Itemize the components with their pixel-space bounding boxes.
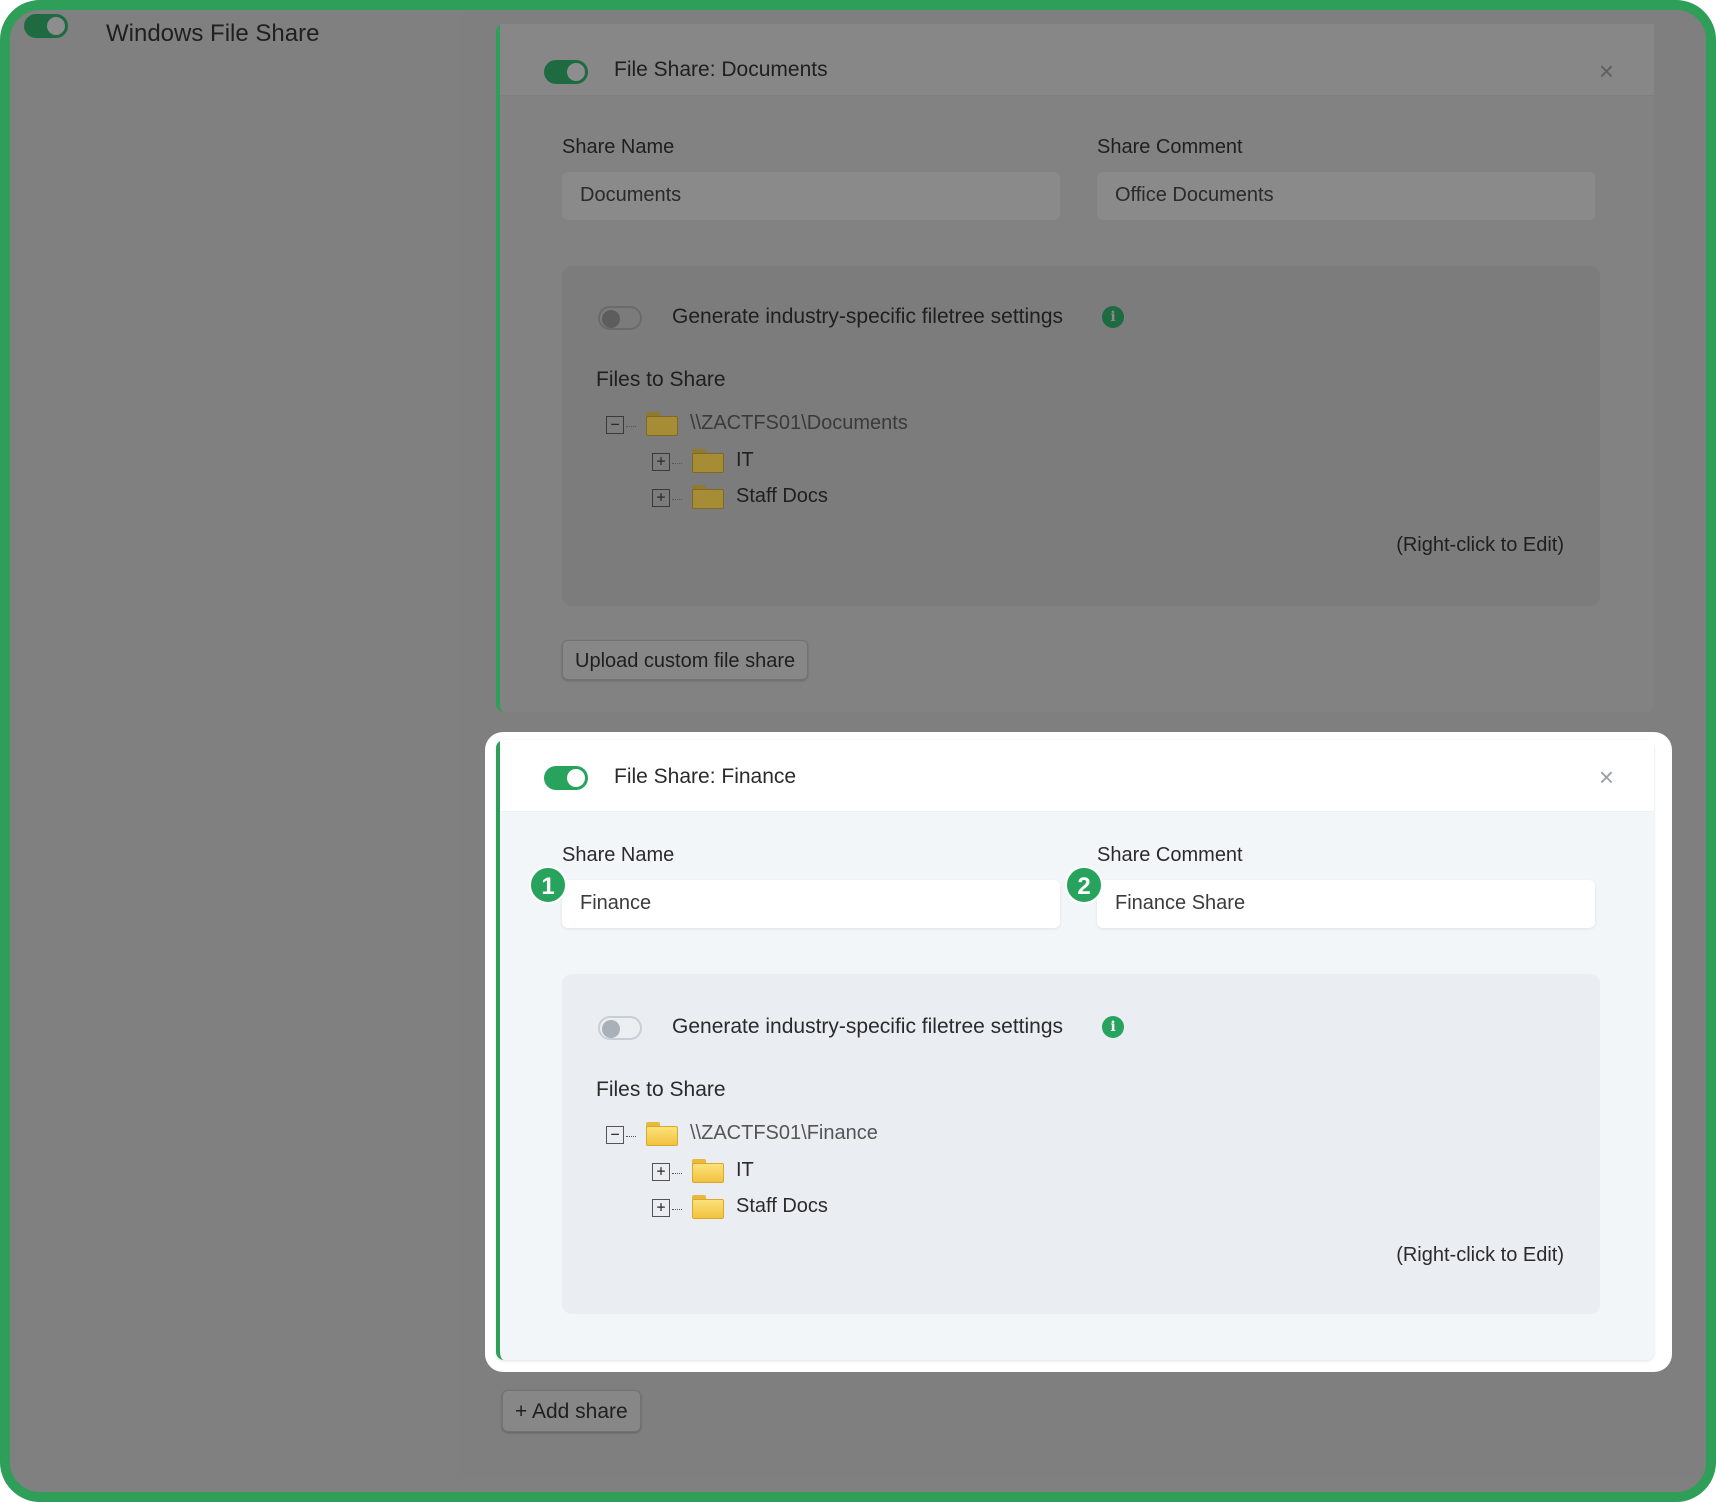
- tree-connector: [672, 463, 682, 464]
- share-comment-label: Share Comment: [1097, 844, 1243, 866]
- folder-icon: [692, 449, 724, 473]
- tree-connector: [626, 426, 636, 427]
- generate-filetree-toggle[interactable]: [598, 306, 642, 330]
- tree-item-staff-docs[interactable]: + Staff Docs: [652, 485, 952, 515]
- share-comment-input[interactable]: Office Documents: [1097, 172, 1595, 220]
- folder-icon: [692, 1195, 724, 1219]
- step-badge-1: 1: [529, 866, 567, 904]
- add-share-button[interactable]: + Add share: [502, 1390, 641, 1432]
- right-click-hint: (Right-click to Edit): [1396, 534, 1564, 556]
- toggle-knob: [567, 63, 585, 81]
- card-title: File Share: Documents: [614, 58, 828, 81]
- upload-custom-share-button[interactable]: Upload custom file share: [562, 640, 809, 680]
- card-header: File Share: Finance ×: [500, 740, 1654, 812]
- expand-icon[interactable]: +: [652, 1163, 670, 1181]
- share-comment-input[interactable]: Finance Share: [1097, 880, 1595, 928]
- folder-icon: [646, 412, 678, 436]
- files-to-share-label: Files to Share: [596, 368, 726, 391]
- generate-filetree-label: Generate industry-specific filetree sett…: [672, 305, 1064, 328]
- section-title: Windows File Share: [106, 20, 320, 47]
- step-badge-2: 2: [1065, 866, 1103, 904]
- tree-item-it[interactable]: + IT: [652, 1159, 952, 1189]
- expand-icon[interactable]: +: [652, 453, 670, 471]
- share-card-documents: File Share: Documents × Share Name Docum…: [496, 24, 1654, 712]
- filetree-settings-box: Generate industry-specific filetree sett…: [562, 266, 1600, 606]
- folder-icon: [692, 485, 724, 509]
- collapse-icon[interactable]: −: [606, 416, 624, 434]
- expand-icon[interactable]: +: [652, 489, 670, 507]
- toggle-knob: [47, 17, 65, 35]
- tree-root-row[interactable]: − \\ZACTFS01\Documents: [606, 412, 1006, 442]
- folder-icon: [692, 1159, 724, 1183]
- tree-item-label: Staff Docs: [736, 485, 828, 507]
- tree-root-path: \\ZACTFS01\Documents: [690, 412, 908, 434]
- generate-filetree-toggle[interactable]: [598, 1016, 642, 1040]
- toggle-knob: [567, 769, 585, 787]
- share-comment-label: Share Comment: [1097, 136, 1243, 158]
- share-name-input[interactable]: Documents: [562, 172, 1060, 220]
- expand-icon[interactable]: +: [652, 1199, 670, 1217]
- card-header: File Share: Documents ×: [500, 24, 1654, 96]
- app-frame: Windows File Share File Share: Documents…: [0, 0, 1716, 1502]
- tree-connector: [626, 1136, 636, 1137]
- share-name-label: Share Name: [562, 844, 675, 866]
- tree-root-row[interactable]: − \\ZACTFS01\Finance: [606, 1122, 1006, 1152]
- card-title: File Share: Finance: [614, 765, 797, 788]
- tree-item-label: Staff Docs: [736, 1195, 828, 1217]
- share-enabled-toggle[interactable]: [544, 766, 588, 790]
- right-click-hint: (Right-click to Edit): [1396, 1244, 1564, 1266]
- tree-root-path: \\ZACTFS01\Finance: [690, 1122, 878, 1144]
- tree-connector: [672, 499, 682, 500]
- share-card-finance: File Share: Finance × Share Name Finance…: [496, 740, 1654, 1360]
- tree-connector: [672, 1173, 682, 1174]
- info-icon[interactable]: i: [1102, 1016, 1124, 1038]
- toggle-knob: [602, 1020, 620, 1038]
- filetree-settings-box: Generate industry-specific filetree sett…: [562, 974, 1600, 1314]
- tree-item-label: IT: [736, 1159, 754, 1181]
- close-icon[interactable]: ×: [1599, 56, 1614, 87]
- info-icon[interactable]: i: [1102, 306, 1124, 328]
- share-name-input[interactable]: Finance: [562, 880, 1060, 928]
- folder-icon: [646, 1122, 678, 1146]
- collapse-icon[interactable]: −: [606, 1126, 624, 1144]
- generate-filetree-label: Generate industry-specific filetree sett…: [672, 1015, 1064, 1038]
- share-name-label: Share Name: [562, 136, 675, 158]
- overlay-backdrop: Windows File Share File Share: Documents…: [10, 10, 1706, 1492]
- windows-file-share-toggle[interactable]: [24, 14, 68, 38]
- tree-item-it[interactable]: + IT: [652, 449, 952, 479]
- files-to-share-label: Files to Share: [596, 1078, 726, 1101]
- tree-item-staff-docs[interactable]: + Staff Docs: [652, 1195, 952, 1225]
- toggle-knob: [602, 310, 620, 328]
- share-enabled-toggle[interactable]: [544, 60, 588, 84]
- tree-connector: [672, 1209, 682, 1210]
- tree-item-label: IT: [736, 449, 754, 471]
- close-icon[interactable]: ×: [1599, 762, 1614, 793]
